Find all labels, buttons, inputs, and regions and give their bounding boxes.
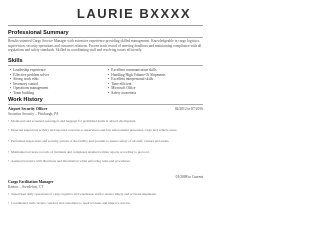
job-bullet: Assisted travelers with directions and i… [8, 159, 201, 164]
summary-divider [8, 37, 203, 38]
job-bullet: Performed inspections and security patro… [8, 139, 201, 144]
candidate-name: LAURIE BXXXX [76, 6, 191, 21]
job-bullet: Monitored and screened passengers and ba… [8, 119, 201, 124]
job-bullet: Detected suspicious activity and reporte… [8, 128, 201, 133]
skill-item: Inventory control [10, 82, 38, 86]
summary-text: Results-oriented Cargo Service Manager w… [8, 39, 202, 53]
skills-title: Skills [8, 58, 23, 64]
skill-item: Strong work ethic [10, 77, 39, 81]
header-divider [8, 25, 203, 26]
job-employer: Kenroc – Swedefort, CT [8, 185, 44, 189]
skill-item: Microsoft Office [108, 86, 135, 90]
skill-item: Leadership experience [10, 68, 45, 72]
skill-item: Team building [10, 91, 34, 95]
summary-title: Professional Summary [8, 30, 69, 36]
job-date: 01/2008 to Current [175, 175, 203, 179]
job-bullet: Supervised daily operations of cargo log… [8, 192, 201, 197]
job-title: Airport Security Officer [8, 107, 48, 111]
job-title: Cargo Facilitation Manager [8, 180, 54, 184]
job-bullet: Maintained accurate records of incidents… [8, 150, 201, 155]
skill-item: Operations management [10, 86, 48, 90]
work-title: Work History [8, 97, 43, 103]
job-bullet: Coordinated with carriers, vendors and c… [8, 201, 201, 206]
skills-divider [8, 65, 203, 66]
skill-item: Time efficient [108, 82, 131, 86]
skill-item: Handling High Volume Of Shipments [108, 73, 165, 77]
skill-item: Excellent communication skills [108, 68, 156, 72]
resume-header: LAURIE BXXXX [0, 6, 211, 26]
job-date: 02/2012 to 07/2016 [174, 107, 203, 111]
skill-item: Excellent interpersonal skills [108, 77, 153, 81]
skill-item: Safety awareness [108, 91, 136, 95]
job-employer: Securitas Security – Pittsburgh, PA [8, 112, 59, 116]
work-divider [8, 104, 203, 105]
skill-item: Effective problem solver [10, 73, 49, 77]
